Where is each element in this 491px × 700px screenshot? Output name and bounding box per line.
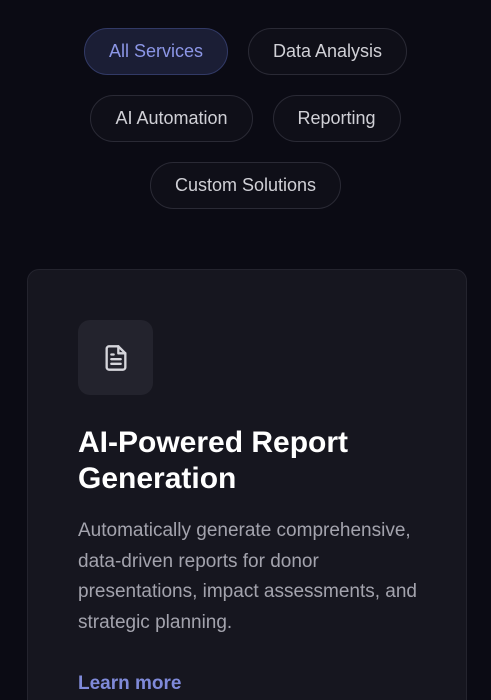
filter-row-2: AI Automation Reporting: [0, 95, 491, 142]
filter-row-1: All Services Data Analysis: [0, 28, 491, 75]
filter-ai-automation[interactable]: AI Automation: [90, 95, 253, 142]
document-icon: [105, 344, 127, 371]
filter-all-services[interactable]: All Services: [83, 28, 228, 75]
page: All Services Data Analysis AI Automation…: [0, 0, 491, 700]
card-title: AI-Powered Report Generation: [78, 426, 349, 495]
service-card: AI-Powered Report Generation Automatical…: [27, 269, 467, 700]
filter-data-analysis[interactable]: Data Analysis: [247, 28, 408, 75]
service-filter-bar: All Services Data Analysis AI Automation…: [0, 28, 491, 229]
service-icon-box: [78, 320, 153, 395]
card-description: Automatically generate comprehensive, da…: [78, 520, 418, 633]
filter-row-3: Custom Solutions: [0, 162, 491, 209]
learn-more-link[interactable]: Learn more: [78, 673, 181, 695]
filter-reporting[interactable]: Reporting: [272, 95, 401, 142]
filter-custom-solutions[interactable]: Custom Solutions: [149, 162, 342, 209]
